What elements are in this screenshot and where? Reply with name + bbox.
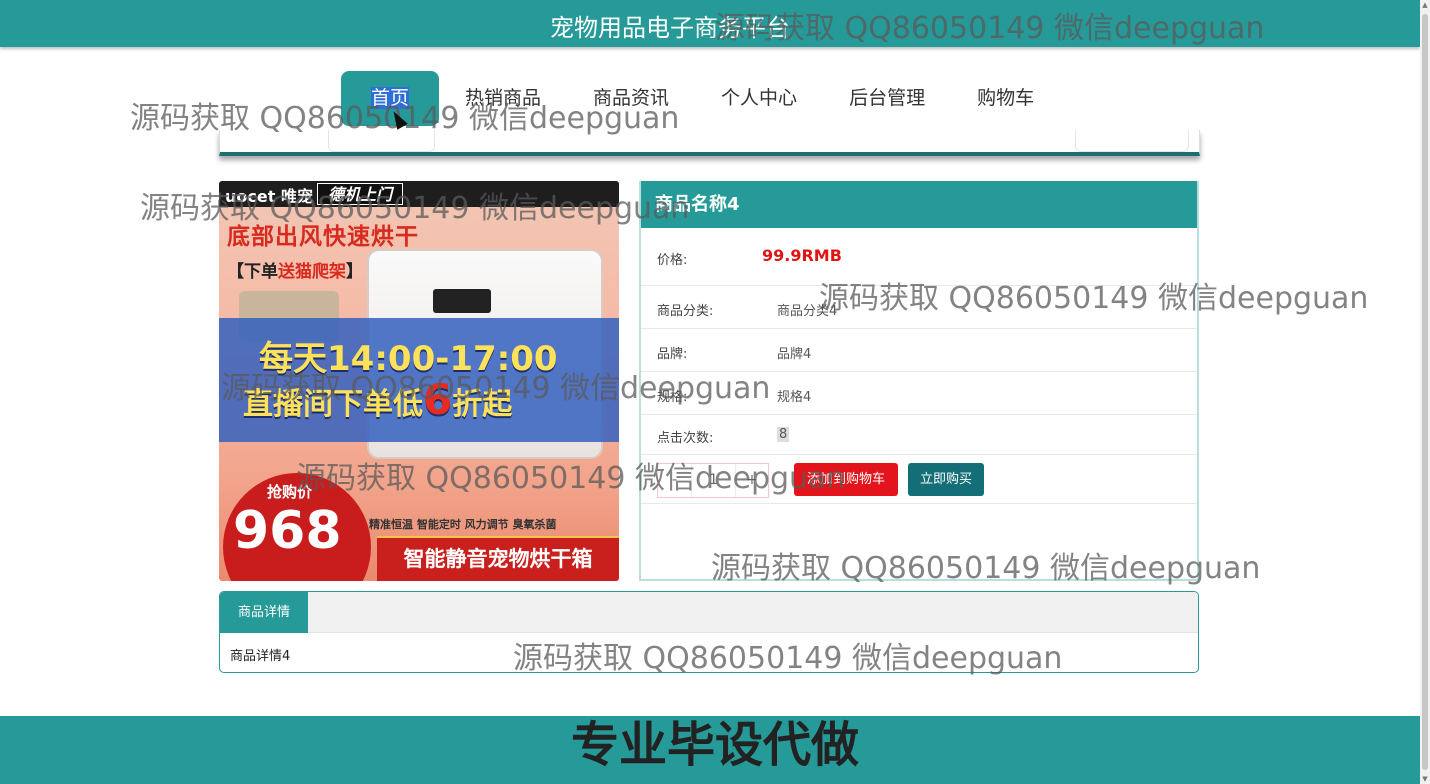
poster-brand: uocet 唯宠 (225, 187, 313, 206)
hits-label: 点击次数: (657, 431, 714, 446)
poster-live-num: 6 (423, 375, 453, 424)
buy-now-button[interactable]: 立即购买 (908, 463, 984, 496)
poster-live-time: 每天14:00-17:00 (259, 339, 558, 379)
poster-price-value: 968 (233, 501, 342, 561)
scrollbar-thumb[interactable] (1422, 14, 1428, 770)
quantity-increase-button[interactable]: + (736, 464, 768, 497)
footer: 专业毕设代做 (0, 716, 1420, 784)
poster-headline: 底部出风快速烘干 (227, 224, 419, 250)
spec-value: 规格4 (777, 390, 812, 405)
nav-item-cart[interactable]: 购物车 (951, 71, 1060, 126)
quantity-input[interactable]: 1 (692, 464, 736, 497)
tab-product-details[interactable]: 商品详情 (220, 592, 309, 633)
poster-live-pre: 直播间下单低 (243, 387, 423, 422)
poster-sub-prefix: 【下单 (227, 262, 278, 282)
poster-price-label: 抢购价 (267, 483, 313, 501)
spec-row: 规格: 规格4 (641, 372, 1197, 415)
quantity-stepper: - 1 + (657, 463, 769, 498)
category-value: 商品分类4 (777, 304, 838, 319)
nav-item-product-news[interactable]: 商品资讯 (567, 71, 695, 126)
price-row: 价格: 99.9RMB (641, 228, 1197, 286)
price-label: 价格: (657, 253, 688, 268)
scroll-up-arrow-icon[interactable]: ▲ (1421, 0, 1429, 10)
scroll-down-arrow-icon[interactable]: ▼ (1421, 774, 1429, 784)
poster-sub-highlight: 送猫爬架 (278, 262, 346, 282)
poster-product-name: 智能静音宠物烘干箱 (377, 536, 619, 581)
product-details: 商品详情 商品详情4 (219, 591, 1199, 673)
nav-item-admin[interactable]: 后台管理 (823, 71, 951, 126)
poster-sub-suffix: 】 (346, 262, 363, 282)
poster-dryer-screen (433, 289, 491, 313)
poster-features: 精准恒温 智能定时 风力调节 臭氧杀菌 (369, 518, 557, 531)
spec-label: 规格: (657, 390, 688, 405)
footer-banner-text: 专业毕设代做 (570, 717, 859, 773)
add-to-cart-button[interactable]: 添加到购物车 (794, 463, 898, 496)
product-name: 商品名称4 (641, 181, 1197, 228)
nav-item-home-label: 首页 (371, 87, 410, 109)
poster-tag: 德机上门 (317, 183, 404, 205)
price-value: 99.9RMB (762, 246, 842, 265)
poster-live-offer: 直播间下单低6折起 (243, 375, 512, 424)
hits-value: 8 (777, 427, 790, 442)
brand-label: 品牌: (657, 347, 688, 362)
actions-divider (641, 503, 1197, 504)
brand-row: 品牌: 品牌4 (641, 329, 1197, 372)
search-band-left-control[interactable] (328, 130, 435, 152)
nav-item-hot-products[interactable]: 热销商品 (439, 71, 567, 126)
nav-item-personal-center[interactable]: 个人中心 (695, 71, 823, 126)
page: 宠物用品电子商务平台 首页 热销商品 商品资讯 个人中心 后台管理 购物车 uo… (0, 0, 1430, 784)
quantity-decrease-button[interactable]: - (658, 464, 692, 497)
search-band (219, 130, 1200, 156)
search-band-right-control[interactable] (1075, 130, 1189, 152)
main-nav: 首页 热销商品 商品资讯 个人中心 后台管理 购物车 (341, 71, 1060, 126)
site-title: 宠物用品电子商务平台 (550, 14, 790, 42)
details-content: 商品详情4 (230, 649, 291, 664)
brand-value: 品牌4 (777, 347, 812, 362)
hits-row: 点击次数: 8 (641, 415, 1197, 455)
poster-subtitle: 【下单送猫爬架】 (227, 257, 363, 282)
product-image: uocet 唯宠 德机上门 底部出风快速烘干 【下单送猫爬架】 每天14:00-… (219, 181, 619, 581)
page-scrollbar[interactable]: ▲ ▼ (1420, 0, 1430, 784)
poster-live-post: 折起 (452, 387, 513, 422)
details-tab-bar: 商品详情 (220, 592, 1198, 633)
top-header-bar: 宠物用品电子商务平台 (0, 0, 1420, 47)
category-row: 商品分类: 商品分类4 (641, 286, 1197, 329)
product-info-panel: 商品名称4 价格: 99.9RMB 商品分类: 商品分类4 品牌: 品牌4 规格… (639, 181, 1199, 581)
category-label: 商品分类: (657, 304, 714, 319)
